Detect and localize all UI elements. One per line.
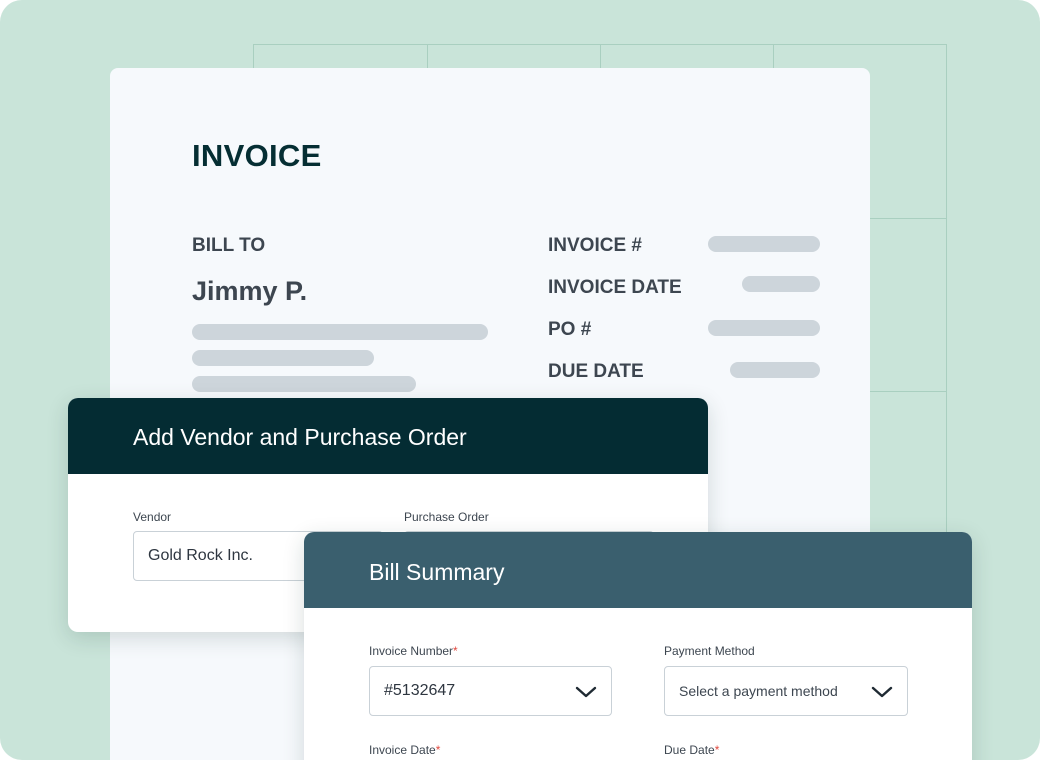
due-date-placeholder [730, 362, 820, 378]
bill-summary-dialog: Bill Summary Invoice Number* #5132647 Pa… [304, 532, 972, 760]
invoice-number-label: INVOICE # [548, 235, 642, 256]
invoice-date-label-text: Invoice Date [369, 743, 436, 757]
chevron-down-icon [575, 686, 597, 698]
chevron-down-icon [871, 686, 893, 698]
invoice-number-label-text: Invoice Number [369, 644, 454, 658]
required-marker: * [714, 743, 720, 757]
invoice-number-field-label: Invoice Number* [369, 644, 458, 658]
bill-to-label: BILL TO [192, 235, 266, 256]
due-date-label: DUE DATE [548, 361, 644, 382]
address-placeholder-line [192, 324, 488, 340]
invoice-number-select[interactable]: #5132647 [369, 666, 612, 716]
invoice-number-value: #5132647 [384, 682, 456, 699]
vendor-value: Gold Rock Inc. [148, 547, 253, 564]
address-placeholder-line [192, 350, 374, 366]
invoice-date-label: INVOICE DATE [548, 277, 682, 298]
illustration-stage: INVOICE BILL TO Jimmy P. INVOICE # INVOI… [0, 0, 1040, 760]
due-date-label-text: Due Date [664, 743, 715, 757]
required-marker: * [453, 644, 458, 658]
invoice-number-placeholder [708, 236, 820, 252]
purchase-order-label: Purchase Order [404, 510, 489, 524]
due-date-field-label: Due Date* [664, 743, 719, 757]
invoice-date-placeholder [742, 276, 820, 292]
payment-method-label: Payment Method [664, 644, 755, 658]
po-number-placeholder [708, 320, 820, 336]
address-placeholder-line [192, 376, 416, 392]
bill-summary-title: Bill Summary [304, 532, 972, 608]
customer-name: Jimmy P. [192, 276, 308, 306]
invoice-date-field-label: Invoice Date* [369, 743, 440, 757]
payment-method-select[interactable]: Select a payment method [664, 666, 908, 716]
add-vendor-dialog-title: Add Vendor and Purchase Order [68, 398, 708, 474]
invoice-title: INVOICE [192, 138, 322, 173]
required-marker: * [435, 743, 441, 757]
vendor-label: Vendor [133, 510, 172, 524]
po-number-label: PO # [548, 319, 592, 340]
payment-method-placeholder: Select a payment method [679, 683, 838, 699]
